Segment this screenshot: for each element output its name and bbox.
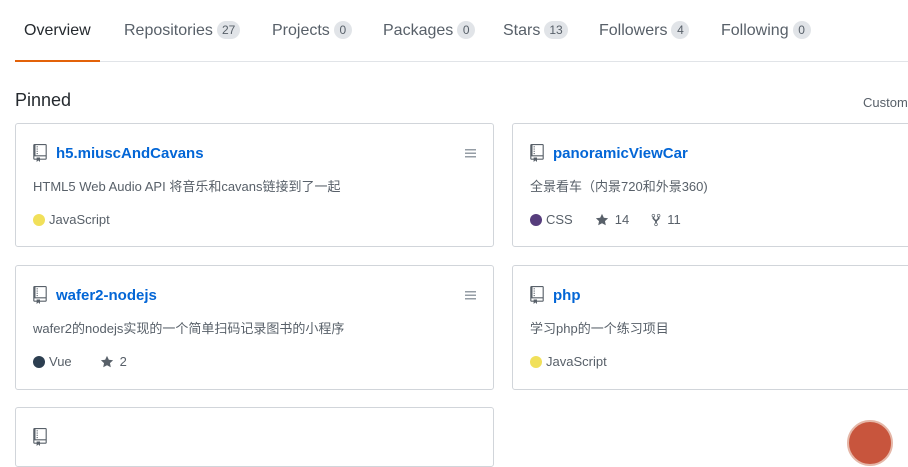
language-name: JavaScript (546, 354, 607, 369)
language-name: JavaScript (49, 212, 110, 227)
tab-label: Following (721, 22, 789, 39)
repo-description: 学习php的一个练习项目 (530, 321, 669, 336)
star-icon (100, 355, 113, 367)
repo-description: HTML5 Web Audio API 将音乐和cavans链接到了一起 (33, 179, 341, 194)
tab-followers[interactable]: Followers 4 (599, 0, 690, 61)
stars-count: 2 (119, 354, 127, 369)
tab-label: Projects (272, 22, 330, 39)
repo-icon (33, 286, 47, 304)
tab-label: Overview (24, 22, 91, 39)
repo-description: 全景看车（内景720和外景360) (530, 179, 708, 194)
pinned-heading: Pinned (15, 90, 72, 110)
repo-icon (530, 286, 544, 304)
avatar[interactable] (847, 420, 893, 466)
tab-counter: 4 (671, 20, 690, 39)
repo-language: JavaScript (33, 212, 110, 227)
repo-meta: Vue 2 (33, 354, 149, 369)
tab-label: Followers (599, 22, 668, 39)
tab-repositories[interactable]: Repositories 27 (124, 0, 241, 61)
grabber-icon[interactable] (465, 148, 476, 158)
pinned-repo-card (15, 407, 494, 467)
forks-count: 11 (667, 212, 681, 227)
tab-label: Repositories (124, 22, 213, 39)
repo-forks-link[interactable]: 11 (651, 212, 681, 227)
language-color-dot (33, 213, 45, 226)
stars-count: 14 (614, 212, 630, 227)
pinned-repo-card: panoramicViewCar 全景看车（内景720和外景360) CSS 1… (512, 123, 908, 247)
repo-description: wafer2的nodejs实现的一个简单扫码记录图书的小程序 (33, 321, 345, 336)
repo-link[interactable]: panoramicViewCar (553, 145, 688, 162)
tab-stars[interactable]: Stars 13 (503, 0, 568, 61)
profile-tabs: Overview Repositories 27 Projects 0 Packag… (15, 0, 908, 62)
grabber-icon[interactable] (465, 290, 476, 300)
pinned-repo-card: php 学习php的一个练习项目 JavaScript (512, 265, 908, 390)
language-color-dot (530, 355, 542, 368)
repo-meta: CSS 14 11 (530, 212, 703, 227)
tab-label: Packages (383, 22, 454, 39)
repo-stars-link[interactable]: 14 (595, 212, 629, 227)
language-name: Vue (49, 354, 72, 369)
repo-stars-link[interactable]: 2 (100, 354, 127, 369)
tab-following[interactable]: Following 0 (721, 0, 811, 61)
tab-overview[interactable]: Overview (15, 0, 100, 62)
pinned-repo-card: wafer2-nodejs wafer2的nodejs实现的一个简单扫码记录图书… (15, 265, 494, 390)
tab-counter: 0 (333, 20, 352, 39)
tab-counter: 0 (457, 20, 476, 39)
star-icon (595, 213, 608, 225)
repo-link[interactable]: php (553, 287, 581, 304)
tab-counter: 27 (216, 20, 241, 39)
language-name: CSS (546, 212, 573, 227)
repo-link[interactable]: h5.miuscAndCavans (56, 145, 204, 162)
repo-language: CSS (530, 212, 573, 227)
repo-link[interactable]: wafer2-nodejs (56, 287, 157, 304)
repo-language: Vue (33, 354, 72, 369)
fork-icon (651, 213, 661, 226)
tab-counter: 13 (544, 20, 568, 39)
repo-meta: JavaScript (33, 212, 132, 227)
tab-label: Stars (503, 22, 541, 39)
tab-packages[interactable]: Packages 0 (383, 0, 476, 61)
repo-meta: JavaScript (530, 354, 629, 369)
language-color-dot (530, 213, 542, 226)
tab-projects[interactable]: Projects 0 (272, 0, 352, 61)
pinned-repo-card: h5.miuscAndCavans HTML5 Web Audio API 将音… (15, 123, 494, 247)
tab-counter: 0 (792, 20, 811, 39)
language-color-dot (33, 355, 45, 368)
customize-pins-link[interactable]: Custom (863, 95, 908, 110)
repo-icon (530, 144, 544, 162)
repo-icon (33, 144, 47, 162)
repo-language: JavaScript (530, 354, 607, 369)
